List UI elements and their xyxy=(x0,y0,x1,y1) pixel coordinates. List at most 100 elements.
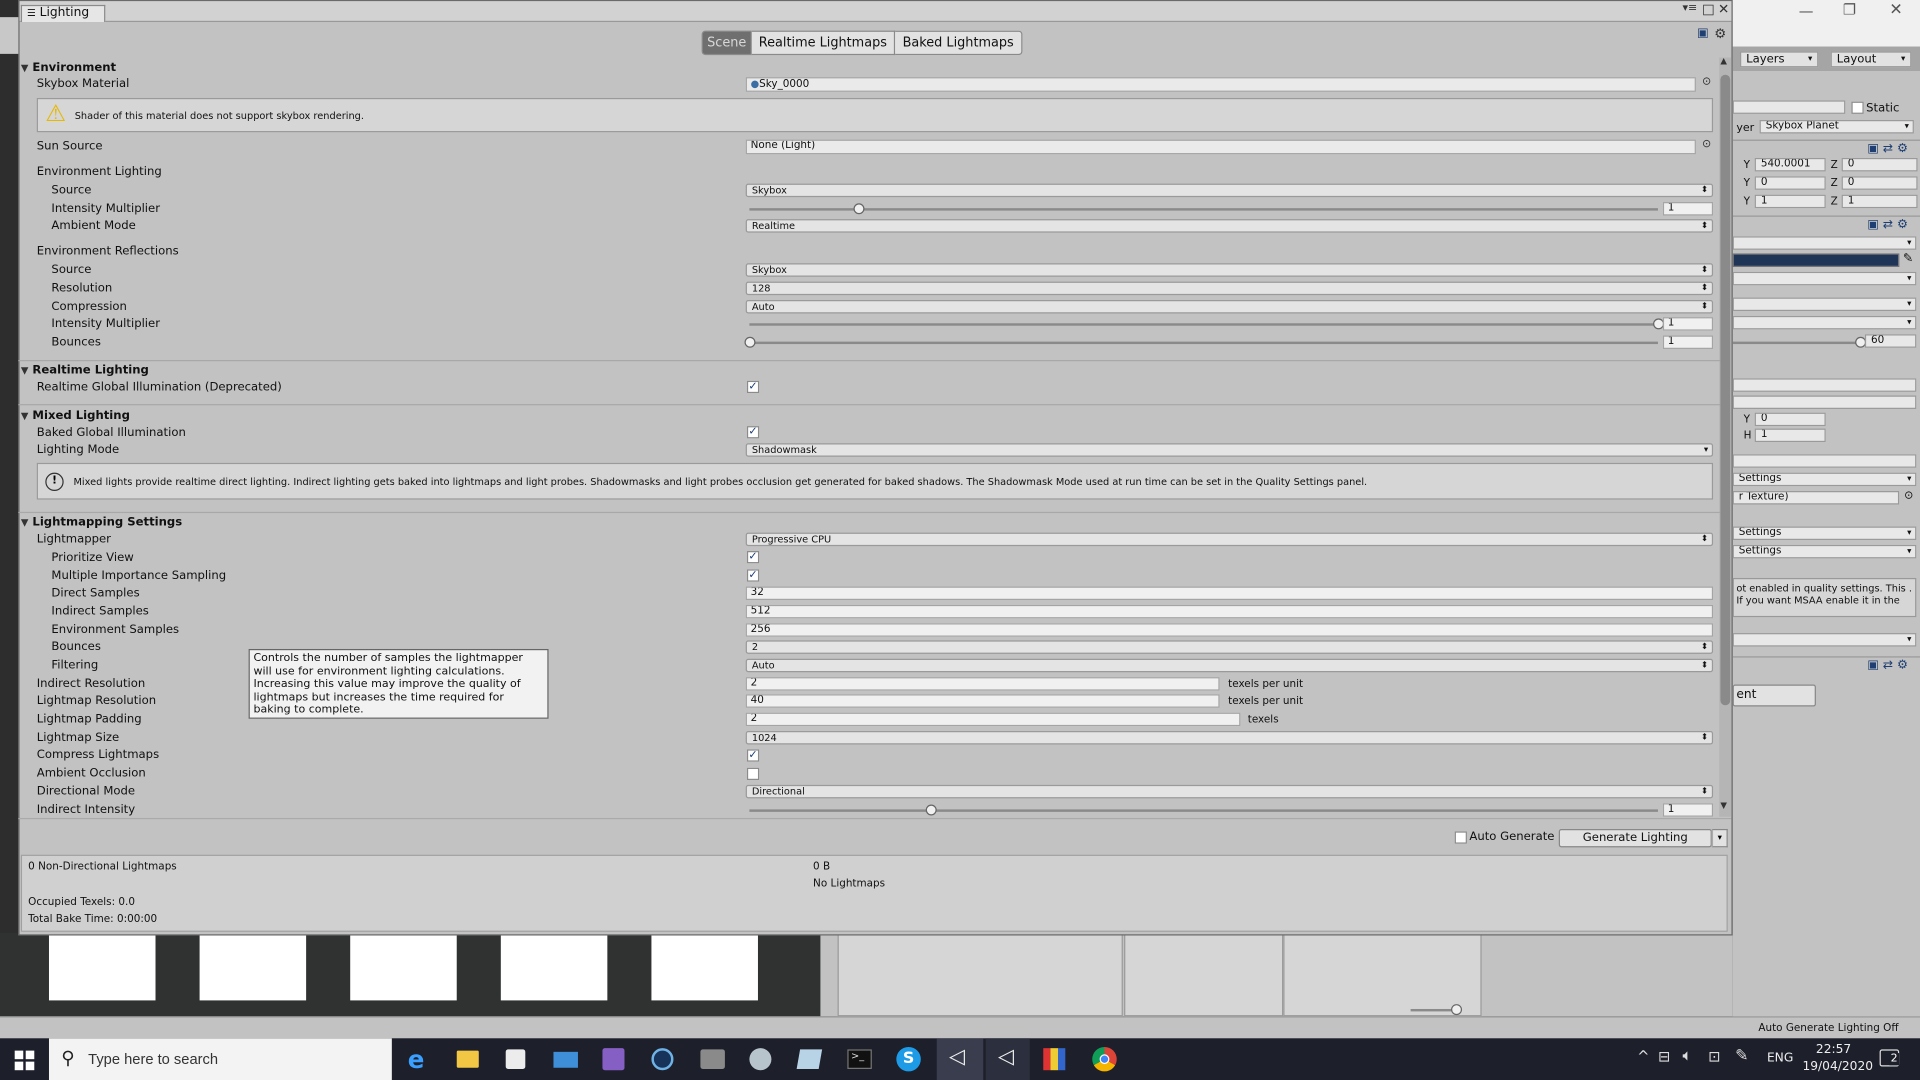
lightmapping-header[interactable]: ▼ Lightmapping Settings xyxy=(21,516,182,531)
component-icons-2[interactable]: ▣ ⇄ ⚙ xyxy=(1867,218,1908,231)
clock-time[interactable]: 22:57 xyxy=(1816,1043,1851,1056)
er-resolution-dropdown[interactable]: 128 ⬍ xyxy=(745,281,1714,296)
tray-chevron-icon[interactable]: ^ xyxy=(1637,1048,1649,1065)
ambient-mode-dropdown[interactable]: Realtime ⬍ xyxy=(745,219,1714,233)
color-field[interactable] xyxy=(1732,253,1900,267)
maximize-icon[interactable]: □ xyxy=(1702,1,1715,17)
static-checkbox[interactable] xyxy=(1851,101,1864,114)
object-picker-icon[interactable]: ⊙ xyxy=(1702,76,1711,88)
windows-start-icon[interactable] xyxy=(14,1050,35,1071)
skype-icon[interactable]: S xyxy=(896,1046,921,1072)
volume-icon[interactable]: 🔈︎ xyxy=(1682,1047,1692,1065)
field-e[interactable] xyxy=(1732,378,1917,392)
chrome-icon[interactable] xyxy=(1092,1046,1117,1072)
dropdown-b[interactable]: ▾ xyxy=(1732,271,1917,286)
layers-dropdown[interactable]: Layers ▾ xyxy=(1740,51,1819,68)
viewport-y-field[interactable]: 0 xyxy=(1754,412,1826,427)
tray-icon-4[interactable]: ⊡ xyxy=(1708,1048,1720,1065)
language-indicator[interactable]: ENG xyxy=(1767,1052,1793,1065)
object-picker-icon[interactable]: ⊙ xyxy=(1904,490,1913,502)
field-g[interactable] xyxy=(1732,454,1917,468)
lighting-tab[interactable]: ☰ Lighting xyxy=(20,4,106,23)
el-intensity-slider-thumb[interactable] xyxy=(853,203,865,215)
tab-baked-lightmaps[interactable]: Baked Lightmaps xyxy=(895,30,1023,56)
pen-icon[interactable]: ✎ xyxy=(1735,1047,1748,1065)
skybox-material-field[interactable]: ●Sky_0000 xyxy=(745,77,1696,92)
baked-gi-checkbox[interactable]: ✓ xyxy=(746,426,760,439)
close-icon[interactable]: ✕ xyxy=(1718,1,1729,17)
realtime-lighting-header[interactable]: ▼ Realtime Lighting xyxy=(21,364,149,379)
lightmap-size-dropdown[interactable]: 1024 ⬍ xyxy=(745,731,1714,745)
notifications-icon[interactable]: 2 xyxy=(1879,1049,1900,1067)
er-bounces-slider[interactable] xyxy=(749,341,1658,345)
position-y-field[interactable]: 540.0001 xyxy=(1754,157,1826,172)
dropdown-a[interactable]: ▾ xyxy=(1732,236,1917,250)
sun-picker-icon[interactable]: ⊙ xyxy=(1702,138,1711,150)
field-f[interactable] xyxy=(1732,395,1917,409)
name-field[interactable] xyxy=(1732,100,1846,114)
er-compression-dropdown[interactable]: Auto ⬍ xyxy=(745,300,1714,314)
file-explorer-icon[interactable] xyxy=(456,1050,479,1068)
layout-dropdown[interactable]: Layout ▾ xyxy=(1830,51,1912,68)
filtering-dropdown[interactable]: Auto ⬍ xyxy=(745,658,1714,673)
rotation-y-field[interactable]: 0 xyxy=(1754,176,1826,190)
er-bounces-field[interactable]: 1 xyxy=(1662,335,1714,349)
dropdown-d[interactable]: ▾ xyxy=(1732,315,1917,330)
app-icon-14[interactable] xyxy=(1043,1048,1066,1071)
unity-hub-icon[interactable]: ◁ xyxy=(985,1038,1030,1080)
fov-field[interactable]: 60 xyxy=(1864,334,1917,348)
lightmapper-dropdown[interactable]: Progressive CPU ⬍ xyxy=(745,532,1714,547)
lighting-mode-dropdown[interactable]: Shadowmask ▾ xyxy=(745,443,1714,457)
dropdown-h[interactable]: ▾ xyxy=(1732,633,1917,647)
tab-realtime-lightmaps[interactable]: Realtime Lightmaps xyxy=(751,30,896,56)
environment-header[interactable]: ▼ Environment xyxy=(21,61,116,76)
texture-field[interactable]: r Texture) xyxy=(1732,491,1900,505)
edge-icon[interactable]: e xyxy=(408,1044,425,1073)
generate-lighting-dropdown-button[interactable]: ▾ xyxy=(1711,828,1728,848)
sun-source-field[interactable]: None (Light) xyxy=(745,139,1696,155)
settings-dropdown-3[interactable]: Settings ▾ xyxy=(1732,544,1917,559)
component-icons[interactable]: ▣ ⇄ ⚙ xyxy=(1867,142,1908,155)
restore-icon[interactable]: ❐ xyxy=(1843,1,1856,18)
environment-samples-field[interactable]: 256 xyxy=(745,623,1714,637)
store-icon[interactable] xyxy=(505,1049,526,1069)
app-icon-8[interactable] xyxy=(749,1048,772,1071)
minimize-icon[interactable]: — xyxy=(1799,2,1814,19)
window-menu-icon[interactable]: ▾≡ xyxy=(1682,2,1697,14)
ambient-occlusion-checkbox[interactable] xyxy=(746,767,760,781)
tab-scene[interactable]: Scene xyxy=(701,30,752,56)
scene-view[interactable] xyxy=(0,933,821,1017)
app-icon-7[interactable] xyxy=(700,1049,725,1069)
close-app-icon[interactable]: ✕ xyxy=(1889,1,1902,19)
unity-icon[interactable]: ◁ xyxy=(936,1038,984,1080)
el-source-dropdown[interactable]: Skybox ⬍ xyxy=(745,183,1714,198)
settings-dropdown-1[interactable]: Settings ▾ xyxy=(1732,472,1917,487)
generate-lighting-button[interactable]: Generate Lighting xyxy=(1558,828,1712,848)
mixed-lighting-header[interactable]: ▼ Mixed Lighting xyxy=(21,409,130,424)
er-source-dropdown[interactable]: Skybox ⬍ xyxy=(745,263,1714,277)
help-icon[interactable]: ▣ xyxy=(1697,27,1709,40)
visual-studio-icon[interactable] xyxy=(602,1048,625,1071)
lm-bounces-dropdown[interactable]: 2 ⬍ xyxy=(745,640,1714,654)
compress-lightmaps-checkbox[interactable]: ✓ xyxy=(746,749,760,762)
lightmap-resolution-field[interactable]: 40 xyxy=(745,694,1220,708)
steam-icon[interactable] xyxy=(651,1048,674,1071)
auto-generate-checkbox[interactable] xyxy=(1454,831,1467,844)
scale-y-field[interactable]: 1 xyxy=(1754,194,1826,209)
er-bounces-slider-thumb[interactable] xyxy=(744,336,756,348)
el-intensity-slider[interactable] xyxy=(749,208,1658,211)
settings-dropdown-2[interactable]: Settings ▾ xyxy=(1732,526,1917,541)
indirect-samples-field[interactable]: 512 xyxy=(745,604,1714,619)
component-icons-3[interactable]: ▣ ⇄ ⚙ xyxy=(1867,659,1908,672)
lightmap-padding-field[interactable]: 2 xyxy=(745,712,1241,727)
prioritize-view-checkbox[interactable]: ✓ xyxy=(746,551,760,564)
eyedropper-icon[interactable]: ✎ xyxy=(1903,252,1913,265)
scroll-down-icon[interactable]: ▼ xyxy=(1720,801,1727,811)
realtime-gi-checkbox[interactable]: ✓ xyxy=(746,380,760,394)
taskbar-search-box[interactable]: ⚲ Type here to search xyxy=(48,1038,392,1080)
layer-dropdown[interactable]: Skybox Planet ▾ xyxy=(1759,120,1914,134)
scrollbar-thumb[interactable] xyxy=(1720,74,1731,706)
er-intensity-slider[interactable] xyxy=(749,323,1658,326)
direct-samples-field[interactable]: 32 xyxy=(745,586,1714,601)
zoom-slider-thumb[interactable] xyxy=(1451,1004,1463,1016)
